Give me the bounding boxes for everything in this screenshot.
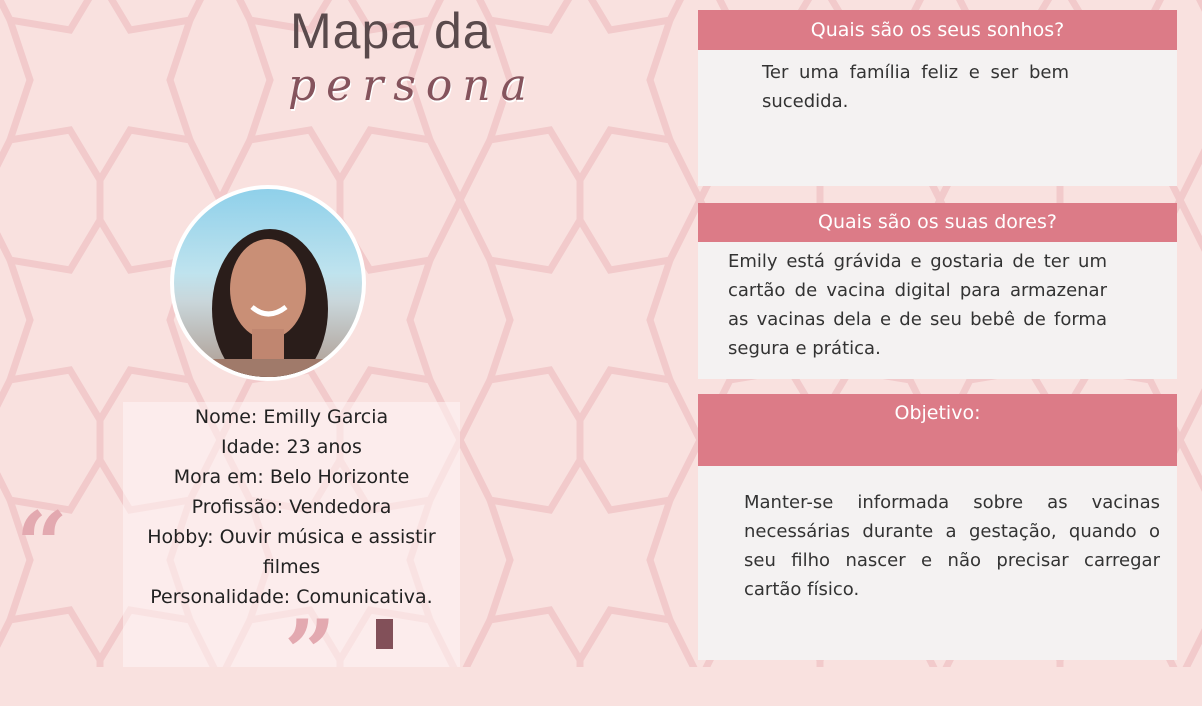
page-title-line2: persona — [288, 60, 537, 111]
panel-body: Manter-se informada sobre as vacinas nec… — [698, 466, 1177, 660]
panel-body: Emily está grávida e gostaria de ter um … — [698, 242, 1177, 379]
persona-hobby: Hobby: Ouvir música e assistir filmes — [147, 526, 436, 578]
panel-header: Objetivo: — [698, 394, 1177, 466]
panel-goal: Objetivo: Manter-se informada sobre as v… — [698, 394, 1177, 660]
persona-profession: Profissão: Vendedora — [191, 496, 392, 518]
persona-photo — [170, 185, 366, 381]
persona-name: Nome: Emilly Garcia — [194, 406, 389, 428]
accent-bar — [376, 619, 393, 649]
quote-open-icon: “ — [16, 492, 68, 598]
panel-pains: Quais são os suas dores? Emily está gráv… — [698, 203, 1177, 379]
persona-city: Mora em: Belo Horizonte — [173, 466, 410, 488]
persona-age: Idade: 23 anos — [221, 436, 362, 458]
page-title-line1: Mapa da — [290, 3, 492, 59]
panel-dreams: Quais são os seus sonhos? Ter uma famíli… — [698, 10, 1177, 186]
panel-body: Ter uma família feliz e ser bem sucedida… — [698, 50, 1177, 186]
panel-header: Quais são os suas dores? — [698, 203, 1177, 242]
panel-header: Quais são os seus sonhos? — [698, 10, 1177, 50]
quote-close-icon: ” — [284, 600, 336, 706]
